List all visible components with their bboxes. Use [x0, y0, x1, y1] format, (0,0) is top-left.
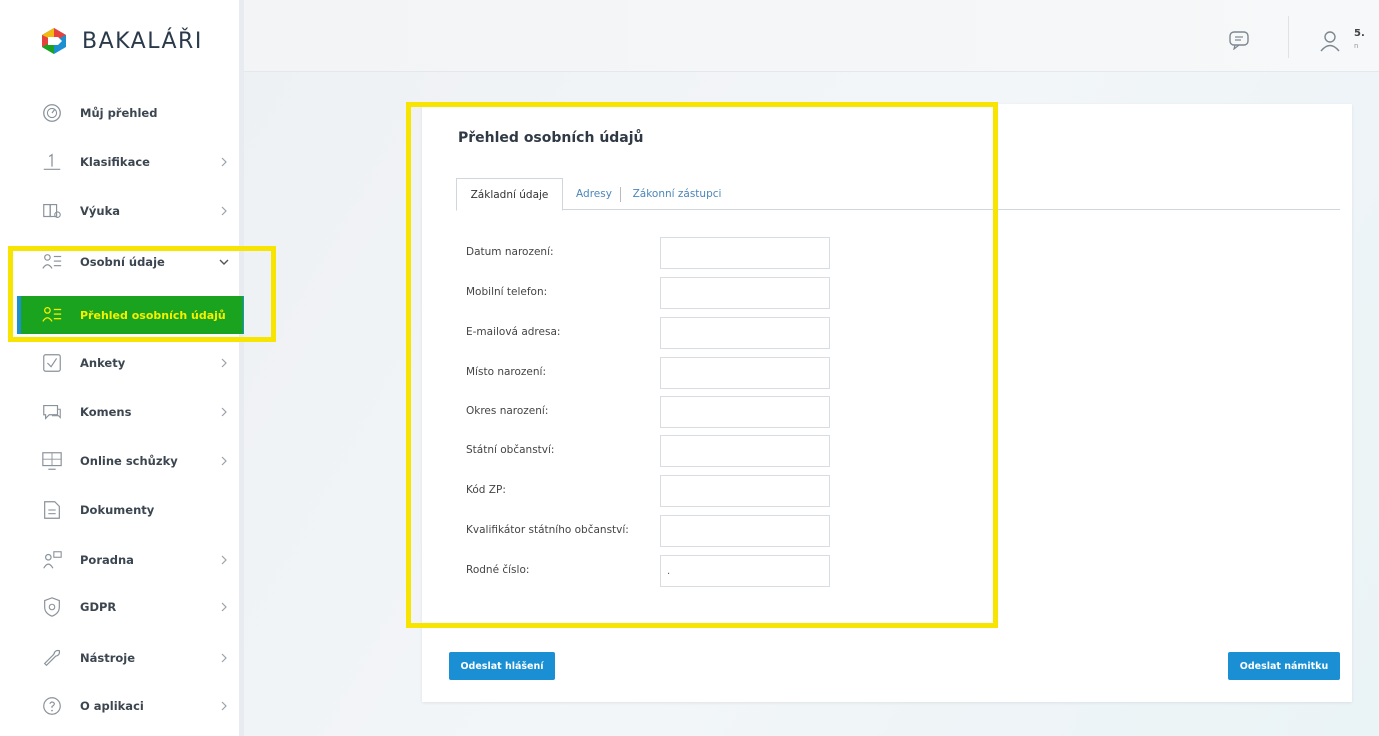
tab-bar: Základní údaje Adresy Zákonní zástupci [456, 178, 1340, 211]
form-row-email: E-mailová adresa: [466, 317, 846, 349]
sidebar-item-ankety[interactable]: Ankety [0, 343, 239, 383]
mobile-phone-field[interactable] [660, 277, 830, 309]
field-label: Místo narození: [466, 366, 547, 378]
chevron-right-icon [218, 601, 230, 613]
tab-zakonni-zastupci[interactable]: Zákonní zástupci [623, 178, 731, 210]
sidebar-item-label: Komens [80, 405, 132, 419]
tab-zakladni-udaje[interactable]: Základní údaje [456, 178, 563, 211]
sidebar-item-komens[interactable]: Komens [0, 392, 239, 432]
user-icon[interactable] [1319, 30, 1341, 52]
chevron-right-icon [218, 205, 230, 217]
sidebar-item-label: Ankety [80, 356, 126, 370]
sidebar-item-label: Poradna [80, 553, 134, 567]
chevron-right-icon [218, 357, 230, 369]
field-label: Kvalifikátor státního občanství: [466, 524, 629, 536]
top-header: 5. n [244, 0, 1379, 72]
sidebar-item-vyuka[interactable]: Výuka [0, 191, 239, 231]
shield-icon [40, 595, 64, 619]
books-icon [40, 199, 64, 223]
video-meeting-icon [40, 449, 64, 473]
tab-adresy[interactable]: Adresy [567, 178, 621, 210]
bakalari-logo-icon [42, 28, 66, 54]
sidebar-item-osobni-udaje[interactable]: Osobní údaje [0, 242, 239, 282]
people-list-icon [40, 303, 64, 327]
sidebar-item-o-aplikaci[interactable]: O aplikaci [0, 686, 239, 726]
chevron-right-icon [218, 554, 230, 566]
question-icon [40, 694, 64, 718]
sidebar: BAKALÁŘI Můj přehled Klasifikace Výuka O… [0, 0, 247, 736]
sidebar-item-label: O aplikaci [80, 699, 144, 713]
chevron-right-icon [218, 455, 230, 467]
sidebar-item-label: Osobní údaje [80, 255, 165, 269]
sidebar-item-gdpr[interactable]: GDPR [0, 587, 239, 627]
birth-district-field[interactable] [660, 396, 830, 428]
field-label: Okres narození: [466, 405, 549, 417]
sidebar-item-label: Přehled osobních údajů [80, 308, 226, 322]
message-icon[interactable] [1228, 30, 1250, 50]
counseling-icon [40, 548, 64, 572]
chevron-right-icon [218, 406, 230, 418]
wrench-icon [40, 646, 64, 670]
send-report-button[interactable]: Odeslat hlášení [449, 652, 555, 680]
field-label: Mobilní telefon: [466, 286, 548, 298]
field-label: E-mailová adresa: [466, 326, 561, 338]
chat-icon [40, 400, 64, 424]
page-title: Přehled osobních údajů [458, 130, 644, 146]
sidebar-item-label: Klasifikace [80, 155, 150, 169]
field-label: Kód ZP: [466, 484, 506, 496]
field-label: Datum narození: [466, 246, 554, 258]
chevron-down-icon [218, 256, 230, 268]
tab-separator [620, 187, 621, 202]
citizenship-field[interactable] [660, 435, 830, 467]
form-row-mobilni-telefon: Mobilní telefon: [466, 277, 846, 309]
document-icon [40, 498, 64, 522]
form-row-kod-zp: Kód ZP: [466, 475, 846, 507]
checkbox-icon [40, 351, 64, 375]
app-name: BAKALÁŘI [82, 28, 203, 54]
sidebar-item-online-schuzky[interactable]: Online schůzky [0, 441, 239, 481]
form-row-misto-narozeni: Místo narození: [466, 357, 846, 389]
form-row-statni-obcanstvi: Státní občanství: [466, 435, 846, 467]
app-logo[interactable]: BAKALÁŘI [40, 24, 203, 58]
citizenship-qualifier-field[interactable] [660, 515, 830, 547]
sidebar-item-label: Výuka [80, 204, 120, 218]
send-objection-button[interactable]: Odeslat námitku [1228, 652, 1340, 680]
sidebar-item-label: Nástroje [80, 651, 136, 665]
field-label: Rodné číslo: [466, 564, 530, 576]
user-role: n [1354, 42, 1359, 50]
insurance-code-field[interactable] [660, 475, 830, 507]
chevron-right-icon [218, 652, 230, 664]
form-row-kvalifikator: Kvalifikátor státního občanství: [466, 515, 846, 547]
sidebar-item-label: Dokumenty [80, 503, 155, 517]
field-label: Státní občanství: [466, 444, 555, 456]
chevron-right-icon [218, 156, 230, 168]
sidebar-item-label: Můj přehled [80, 106, 158, 120]
form-row-rodne-cislo: Rodné číslo: [466, 555, 846, 587]
grade-one-icon [40, 150, 64, 174]
sidebar-item-poradna[interactable]: Poradna [0, 540, 239, 580]
sidebar-item-dokumenty[interactable]: Dokumenty [0, 490, 239, 530]
birth-number-field[interactable] [660, 555, 830, 587]
sidebar-item-label: Online schůzky [80, 454, 178, 468]
birth-place-field[interactable] [660, 357, 830, 389]
form-row-okres-narozeni: Okres narození: [466, 396, 846, 428]
chevron-right-icon [218, 700, 230, 712]
sidebar-item-klasifikace[interactable]: Klasifikace [0, 142, 239, 182]
sidebar-item-label: GDPR [80, 600, 117, 614]
user-name[interactable]: 5. [1354, 28, 1365, 39]
birth-date-field[interactable] [660, 237, 830, 269]
gauge-icon [40, 101, 64, 125]
sidebar-item-prehled-osobnich-udaju[interactable]: Přehled osobních údajů [17, 296, 247, 334]
people-list-icon [40, 250, 64, 274]
header-divider [1288, 16, 1289, 58]
email-field[interactable] [660, 317, 830, 349]
form-row-datum-narozeni: Datum narození: [466, 237, 846, 269]
sidebar-item-nastroje[interactable]: Nástroje [0, 638, 239, 678]
personal-data-card: Přehled osobních údajů Základní údaje Ad… [422, 104, 1352, 702]
sidebar-item-muj-prehled[interactable]: Můj přehled [0, 93, 239, 133]
